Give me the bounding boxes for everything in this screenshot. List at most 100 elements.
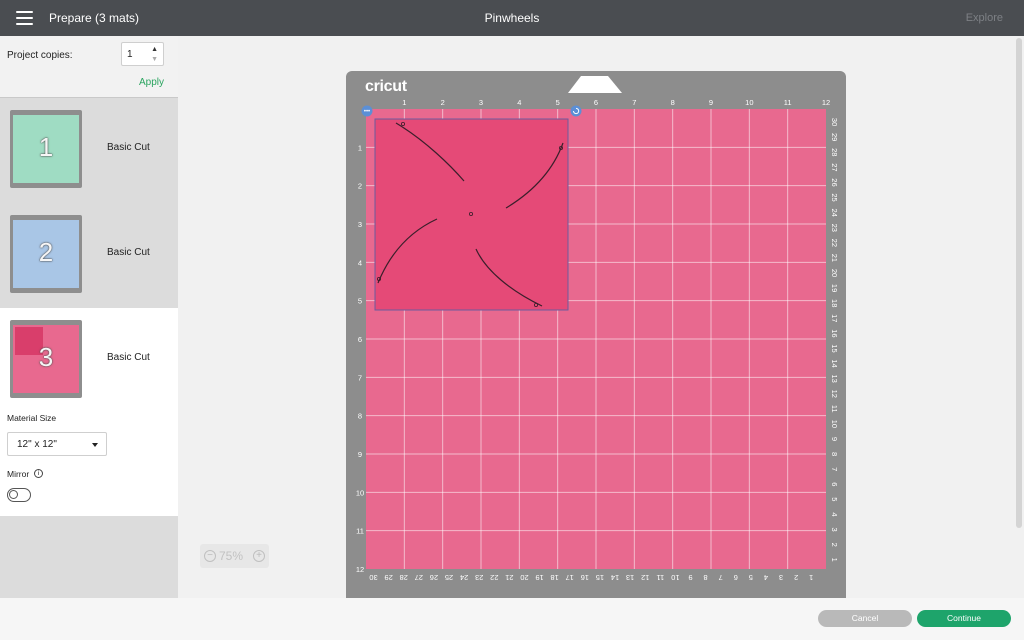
right-ruler-label: 23 [830, 224, 839, 232]
mat-cut-label: Basic Cut [107, 247, 150, 258]
right-ruler-label: 11 [830, 405, 839, 413]
top-ruler-label: 10 [745, 98, 753, 107]
left-ruler-label: 12 [356, 565, 364, 574]
project-copies-panel: Project copies: 1 ▲ ▼ Apply [0, 36, 178, 98]
bottom-ruler-label: 23 [475, 573, 483, 582]
left-ruler-label: 11 [356, 527, 364, 536]
decrement-icon[interactable]: ▼ [151, 56, 158, 63]
chevron-down-icon [92, 443, 98, 447]
info-icon[interactable]: i [34, 469, 43, 478]
project-title: Pinwheels [484, 11, 540, 25]
bottom-ruler-label: 12 [641, 573, 649, 582]
continue-button[interactable]: Continue [917, 610, 1011, 627]
bottom-ruler-label: 4 [764, 573, 768, 582]
right-ruler-label: 14 [830, 359, 839, 367]
mat-sidebar: Project copies: 1 ▲ ▼ Apply 1 Basic Cut … [0, 36, 178, 598]
bottom-ruler-label: 2 [794, 573, 798, 582]
left-ruler-label: 5 [358, 297, 362, 306]
bottom-ruler-label: 19 [535, 573, 543, 582]
mat-options-panel: Material Size 12" x 12" Mirror i [0, 406, 178, 516]
bottom-ruler-label: 14 [611, 573, 619, 582]
cricut-logo: cricut [365, 78, 407, 95]
right-ruler-label: 18 [830, 299, 839, 307]
right-ruler-label: 1 [830, 558, 839, 562]
mat-number: 3 [38, 342, 54, 372]
bottom-ruler-label: 30 [369, 573, 377, 582]
mat-grid: 1 2 3 4 5 6 7 8 9 10 11 121234567891011123029282726… [356, 76, 839, 582]
right-ruler-label: 5 [830, 497, 839, 501]
right-ruler-label: 26 [830, 178, 839, 186]
mat-item-2[interactable]: 2 Basic Cut [0, 203, 178, 308]
left-ruler-label: 7 [358, 373, 362, 382]
bottom-ruler-label: 8 [703, 573, 707, 582]
bottom-ruler-label: 17 [566, 573, 574, 582]
bottom-ruler-label: 16 [581, 573, 589, 582]
increment-icon[interactable]: ▲ [151, 46, 158, 53]
bottom-ruler-label: 22 [490, 573, 498, 582]
bottom-ruler-label: 25 [445, 573, 453, 582]
right-ruler-label: 22 [830, 239, 839, 247]
top-ruler-label: 9 [709, 98, 713, 107]
right-ruler-label: 21 [830, 254, 839, 262]
left-ruler-label: 6 [358, 335, 362, 344]
left-ruler-label: 4 [358, 258, 362, 267]
mat-hanger-tab [568, 76, 622, 93]
mat-item-1[interactable]: 1 Basic Cut [0, 98, 178, 203]
top-ruler-label: 4 [517, 98, 521, 107]
bottom-ruler-label: 6 [734, 573, 738, 582]
bottom-ruler-label: 26 [430, 573, 438, 582]
apply-button[interactable]: Apply [139, 77, 164, 88]
right-ruler-label: 24 [830, 208, 839, 216]
right-ruler-label: 7 [830, 467, 839, 471]
bottom-ruler-label: 10 [671, 573, 679, 582]
right-ruler-label: 28 [830, 148, 839, 156]
bottom-ruler-label: 5 [749, 573, 753, 582]
right-ruler-label: 16 [830, 329, 839, 337]
mat-item-3[interactable]: 3 Basic Cut [0, 308, 178, 413]
top-ruler-label: 3 [479, 98, 483, 107]
right-ruler-label: 30 [830, 118, 839, 126]
bottom-ruler-label: 18 [550, 573, 558, 582]
mat-thumbnail: 2 [10, 215, 82, 293]
mirror-toggle[interactable] [7, 488, 31, 502]
bottom-ruler-label: 9 [688, 573, 692, 582]
mat-number: 2 [38, 237, 54, 267]
zoom-out-button[interactable]: − [204, 550, 216, 562]
right-ruler-label: 15 [830, 344, 839, 352]
pinwheel-design[interactable] [374, 118, 569, 311]
left-ruler-label: 8 [358, 412, 362, 421]
canvas-area: 1 2 3 4 5 6 7 8 9 10 11 12 1 2 3 4 5 6 7 8 9 10 11 12 30 29 28 27 26… [178, 36, 1024, 601]
right-ruler-label: 6 [830, 482, 839, 486]
right-ruler-label: 29 [830, 133, 839, 141]
vertical-scrollbar[interactable] [1016, 38, 1022, 528]
left-ruler-label: 1 [358, 143, 362, 152]
material-size-value: 12" x 12" [17, 439, 57, 450]
right-ruler-label: 2 [830, 543, 839, 547]
mirror-label: Mirror [7, 469, 30, 479]
explore-link[interactable]: Explore [966, 12, 1003, 24]
right-ruler-label: 19 [830, 284, 839, 292]
mat-cut-label: Basic Cut [107, 352, 150, 363]
bottom-ruler-label: 1 [809, 573, 813, 582]
right-ruler-label: 3 [830, 527, 839, 531]
bottom-ruler-label: 28 [400, 573, 408, 582]
right-ruler-label: 13 [830, 374, 839, 382]
bottom-ruler-label: 11 [656, 573, 664, 582]
toggle-knob [9, 490, 18, 499]
cancel-button[interactable]: Cancel [818, 610, 912, 627]
left-ruler-label: 9 [358, 450, 362, 459]
material-size-label: Material Size [7, 413, 57, 423]
right-ruler-label: 8 [830, 452, 839, 456]
rotate-handle-icon[interactable] [570, 105, 582, 117]
bottom-ruler-label: 3 [779, 573, 783, 582]
bottom-ruler-label: 15 [596, 573, 604, 582]
zoom-in-button[interactable]: + [253, 550, 265, 562]
mat-thumbnail: 3 [10, 320, 82, 398]
right-ruler-label: 25 [830, 193, 839, 201]
hamburger-menu-icon[interactable] [16, 11, 33, 25]
material-size-dropdown[interactable]: 12" x 12" [7, 432, 107, 456]
right-ruler-label: 4 [830, 512, 839, 516]
right-ruler-label: 12 [830, 390, 839, 398]
cutting-mat: 1 2 3 4 5 6 7 8 9 10 11 12 1 2 3 4 5 6 7 8 9 10 11 12 30 29 28 27 26… [346, 71, 846, 601]
project-copies-stepper[interactable]: 1 ▲ ▼ [121, 42, 164, 66]
